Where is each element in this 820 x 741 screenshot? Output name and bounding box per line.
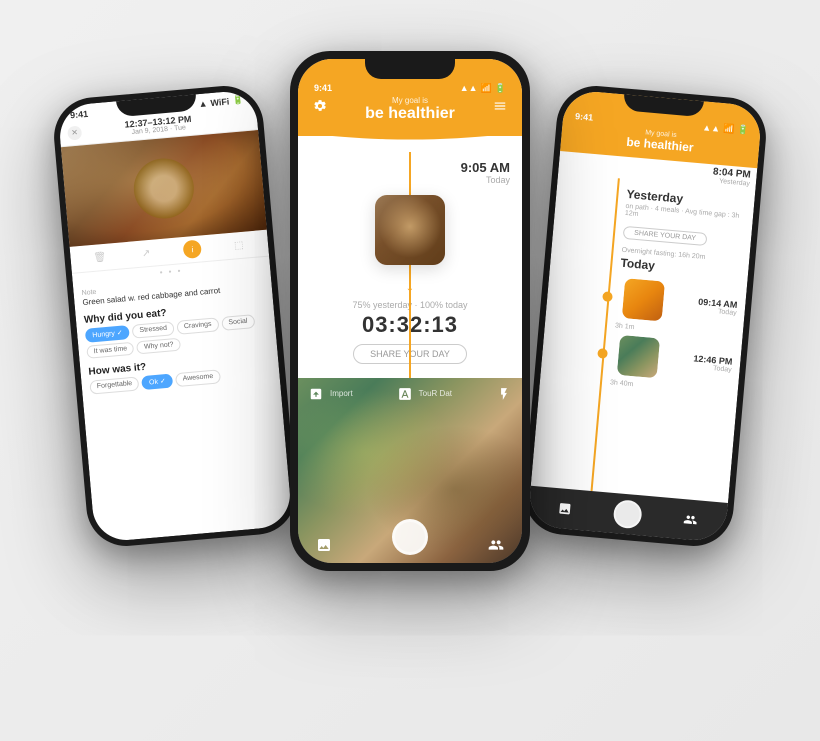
timeline-dot-2	[597, 348, 608, 359]
font-icon[interactable]	[395, 384, 415, 404]
camera-overlay: Import TouR Dat	[298, 378, 522, 410]
status-time-left: 9:41	[70, 108, 89, 120]
delete-icon[interactable]: 🗑	[90, 247, 110, 267]
import-label: Import	[330, 389, 353, 398]
header-icons-row: My goal is be healthier	[310, 96, 510, 123]
arrow-down-icon: ↓	[406, 275, 415, 296]
meal-image-1	[622, 278, 665, 321]
meal-time: 9:05 AM	[461, 160, 510, 175]
meal-image-2	[617, 334, 660, 377]
share-icon[interactable]: ↗	[136, 243, 156, 263]
phone-center: 9:41 ▲▲ 📶 🔋 My goal is be	[290, 51, 530, 571]
tag-social[interactable]: Social	[221, 314, 255, 331]
flash-icon[interactable]	[494, 384, 514, 404]
import-icon[interactable]	[306, 384, 326, 404]
food-card-center[interactable]	[375, 195, 445, 265]
tag-time[interactable]: It was time	[86, 341, 134, 358]
right-share-button[interactable]: SHARE YOUR DAY	[623, 225, 708, 245]
timeline-area: 9:05 AM Today ↓ 75% yesterday · 100% tod…	[298, 152, 522, 378]
timeline-line	[409, 152, 411, 378]
goal-title: be healthier	[365, 105, 455, 123]
food-image-left	[61, 130, 267, 247]
meal-info-1: 09:14 AM Today	[671, 293, 738, 316]
phone-left: 9:41 ▲ WiFi 🔋 ✕ 12:37–13:12 PM Jan 9, 20…	[51, 82, 299, 549]
status-icons-left: ▲ WiFi 🔋	[198, 94, 244, 109]
app-scene: 9:41 ▲ WiFi 🔋 ✕ 12:37–13:12 PM Jan 9, 20…	[40, 31, 780, 711]
close-button[interactable]: ✕	[67, 124, 82, 139]
meal-time-label: 9:05 AM Today	[461, 160, 510, 185]
tourdat-label: TouR Dat	[419, 389, 452, 398]
more-icon[interactable]: ⬚	[229, 235, 249, 255]
right-gallery-icon[interactable]	[554, 497, 576, 519]
meal-sub: Today	[461, 175, 510, 185]
gallery-icon[interactable]	[314, 535, 334, 555]
social-icon[interactable]	[486, 535, 506, 555]
goal-label: My goal is	[365, 96, 455, 105]
status-time-center: 9:41	[314, 83, 332, 93]
tag-whynot[interactable]: Why not?	[137, 337, 182, 354]
rating-ok[interactable]: Ok ✓	[142, 373, 174, 390]
info-badge[interactable]: i	[183, 239, 203, 259]
timeline-dot-1	[602, 291, 613, 302]
right-social-icon[interactable]	[680, 508, 702, 530]
food-card-image	[375, 195, 445, 265]
right-timeline: Yesterday on path · 4 meals · Avg time g…	[531, 172, 756, 502]
notch-center	[365, 59, 455, 79]
meal-info-2: 12:46 PM Today	[666, 350, 733, 373]
phone-right: 9:41 ▲▲ 📶 🔋 My goal is be healthier	[521, 82, 769, 549]
settings-icon[interactable]	[310, 96, 330, 116]
meal-thumb-2	[617, 334, 660, 377]
status-time-right: 9:41	[575, 110, 594, 122]
menu-icon[interactable]	[490, 96, 510, 116]
camera-area: Import TouR Dat	[298, 378, 522, 563]
meal-thumb-1	[622, 278, 665, 321]
wave-divider	[298, 136, 522, 152]
salad-visual	[61, 130, 267, 247]
right-shutter-button[interactable]	[612, 499, 642, 529]
camera-bottom-bar	[298, 527, 522, 563]
tag-stressed[interactable]: Stressed	[132, 321, 175, 339]
tag-cravings[interactable]: Cravings	[176, 317, 219, 335]
